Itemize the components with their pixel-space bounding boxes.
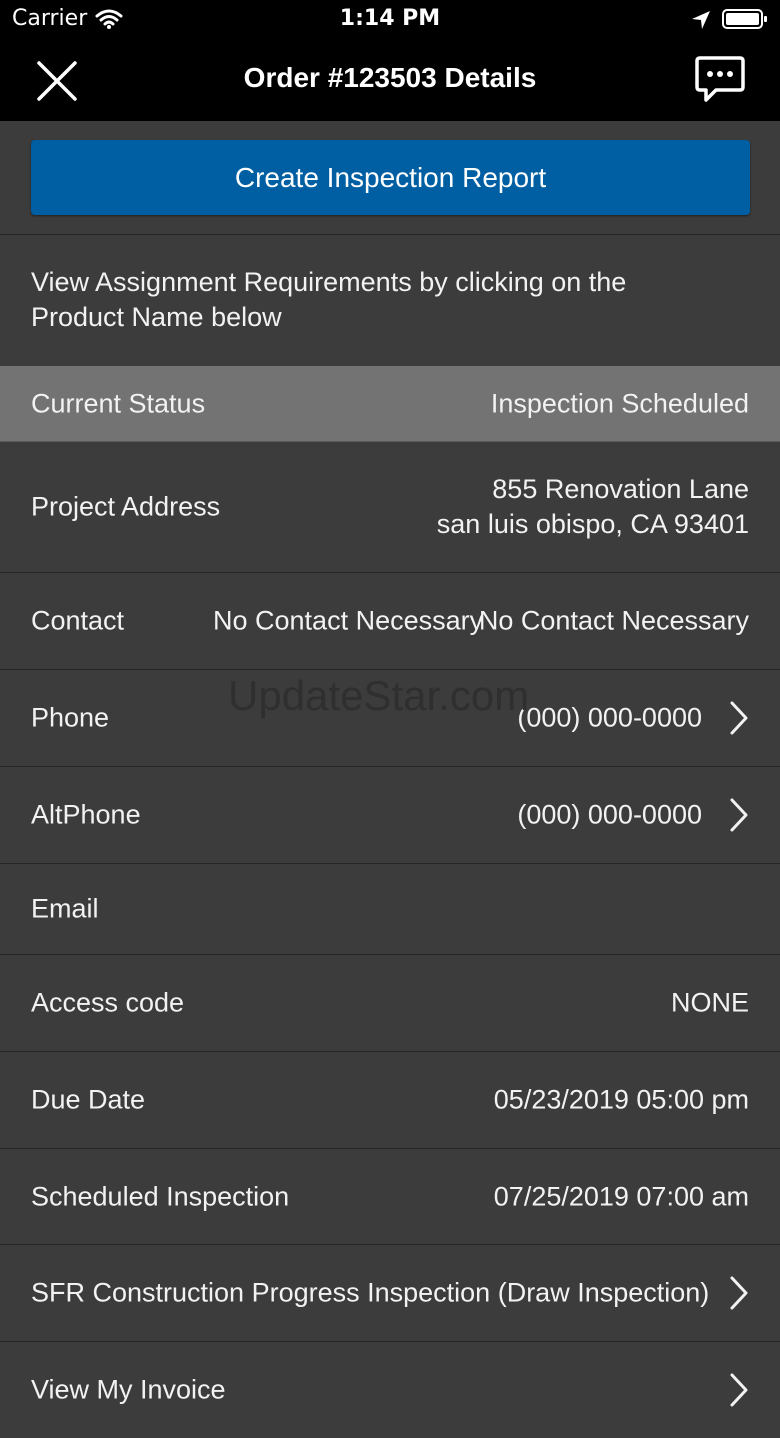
address-line1: 855 Renovation Lane [492, 474, 749, 504]
battery-icon [722, 9, 767, 29]
assignment-info-text: View Assignment Requirements by clicking… [31, 267, 627, 332]
page-title: Order #123503 Details [243, 62, 537, 93]
contact-row: Contact No Contact Necessary No Contact … [0, 573, 780, 670]
status-bar: Carrier 1:14 PM [0, 0, 780, 40]
due-date-label: Due Date [31, 1084, 146, 1115]
contact-label: Contact [31, 605, 125, 636]
project-address-label: Project Address [31, 491, 221, 522]
altphone-value: (000) 000-0000 [517, 799, 702, 830]
altphone-label: AltPhone [31, 799, 141, 830]
project-address-row: Project Address 855 Renovation Lane san … [0, 442, 780, 573]
altphone-row[interactable]: AltPhone (000) 000-0000 [0, 767, 780, 864]
address-line2: san luis obispo, CA 93401 [436, 509, 749, 539]
scheduled-inspection-value: 07/25/2019 07:00 am [493, 1181, 749, 1211]
view-invoice-link[interactable]: View My Invoice [31, 1375, 226, 1406]
product-name-link[interactable]: SFR Construction Progress Inspection (Dr… [31, 1278, 709, 1309]
access-code-label: Access code [31, 987, 185, 1018]
email-row: Email [0, 864, 780, 955]
phone-value: (000) 000-0000 [517, 702, 702, 733]
contact-value-secondary: No Contact Necessary [478, 605, 749, 636]
due-date-value: 05/23/2019 05:00 pm [493, 1084, 749, 1115]
current-status-label: Current Status [31, 388, 206, 418]
scheduled-inspection-row: Scheduled Inspection 07/25/2019 07:00 am [0, 1149, 780, 1245]
create-inspection-report-button[interactable]: Create Inspection Report [31, 140, 750, 215]
scheduled-inspection-label: Scheduled Inspection [31, 1181, 290, 1211]
location-arrow-icon [692, 11, 710, 29]
clock: 1:14 PM [339, 6, 441, 31]
phone-label: Phone [31, 702, 110, 733]
current-status-value: Inspection Scheduled [490, 388, 749, 418]
chevron-right-icon [730, 1276, 748, 1310]
invoice-row[interactable]: View My Invoice [0, 1342, 780, 1438]
chat-icon[interactable] [694, 54, 746, 104]
contact-value-primary: No Contact Necessary [213, 605, 484, 636]
product-row[interactable]: SFR Construction Progress Inspection (Dr… [0, 1245, 780, 1342]
current-status-row: Current Status Inspection Scheduled [0, 366, 780, 442]
chevron-right-icon [730, 1373, 748, 1407]
email-label: Email [31, 893, 99, 924]
chevron-right-icon [730, 798, 748, 832]
project-address-value: 855 Renovation Lane san luis obispo, CA … [437, 472, 749, 542]
phone-row[interactable]: Phone (000) 000-0000 [0, 670, 780, 767]
create-report-section: Create Inspection Report [0, 121, 780, 235]
chevron-right-icon [730, 701, 748, 735]
access-code-value: NONE [670, 987, 749, 1018]
access-code-row: Access code NONE [0, 955, 780, 1052]
nav-bar: Order #123503 Details [0, 40, 780, 121]
due-date-row: Due Date 05/23/2019 05:00 pm [0, 1052, 780, 1149]
